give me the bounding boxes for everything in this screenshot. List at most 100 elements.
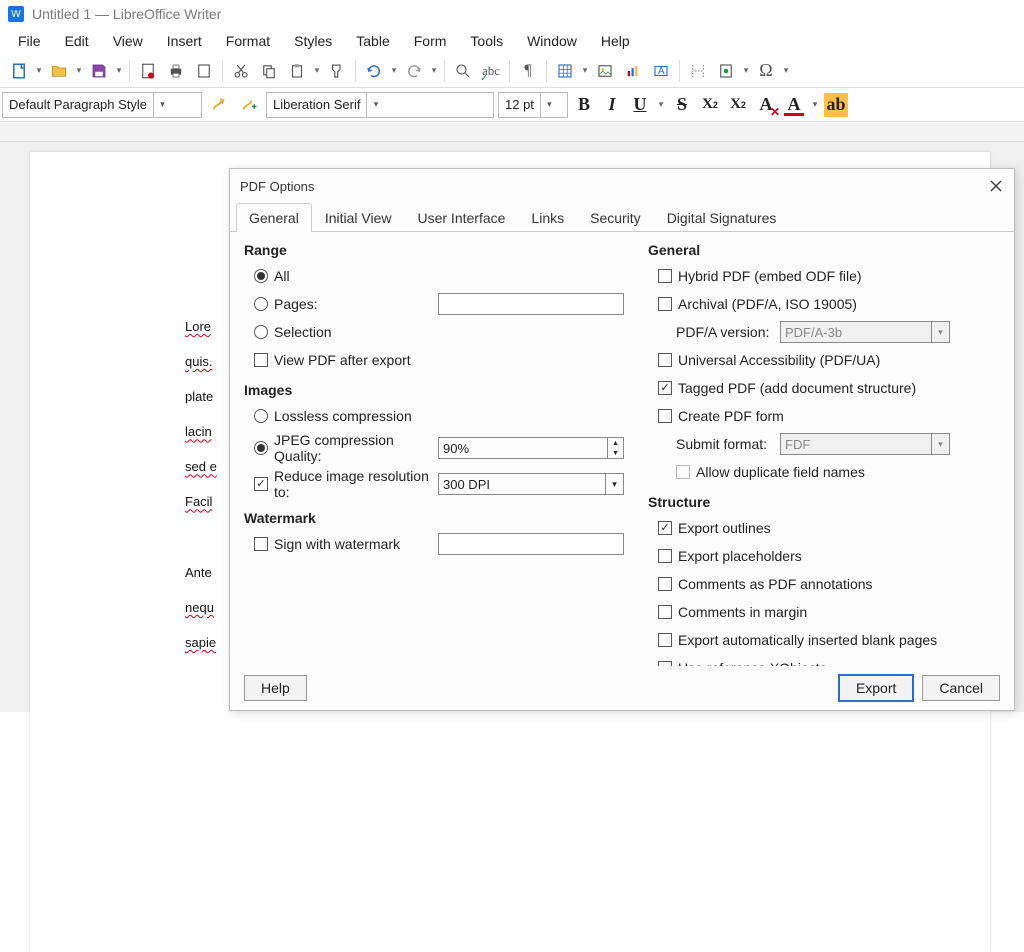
subscript-button[interactable]: X2 <box>726 93 750 117</box>
watermark-checkbox[interactable] <box>254 537 268 551</box>
svg-text:A: A <box>658 66 665 77</box>
chevron-down-icon[interactable]: ▾ <box>366 93 384 117</box>
close-icon[interactable] <box>988 178 1004 194</box>
export-button[interactable]: Export <box>838 674 914 702</box>
chevron-down-icon[interactable]: ▾ <box>605 474 623 494</box>
range-pages-radio[interactable] <box>254 297 268 311</box>
jpeg-quality-spinner[interactable]: 90% ▲▼ <box>438 437 624 459</box>
comments-annotations-checkbox[interactable] <box>658 577 672 591</box>
spinner-up[interactable]: ▲ <box>608 438 623 448</box>
page-break-icon[interactable] <box>685 58 711 84</box>
table-dropdown[interactable]: ▾ <box>580 65 590 76</box>
tab-links[interactable]: Links <box>518 203 577 232</box>
table-icon[interactable] <box>552 58 578 84</box>
spellcheck-icon[interactable]: abc✓ <box>478 58 504 84</box>
export-outlines-checkbox[interactable] <box>658 521 672 535</box>
create-form-checkbox[interactable] <box>658 409 672 423</box>
menu-file[interactable]: File <box>6 29 53 53</box>
menu-table[interactable]: Table <box>344 29 401 53</box>
undo-dropdown[interactable]: ▾ <box>389 65 399 76</box>
chart-icon[interactable] <box>620 58 646 84</box>
field-icon[interactable] <box>713 58 739 84</box>
field-dropdown[interactable]: ▾ <box>741 65 751 76</box>
jpeg-radio[interactable] <box>254 441 268 455</box>
update-style-icon[interactable] <box>206 92 232 118</box>
font-color-button[interactable]: A <box>782 93 806 117</box>
chevron-down-icon[interactable]: ▾ <box>540 93 558 117</box>
menu-styles[interactable]: Styles <box>282 29 344 53</box>
new-style-icon[interactable] <box>236 92 262 118</box>
tab-security[interactable]: Security <box>577 203 654 232</box>
menu-insert[interactable]: Insert <box>155 29 214 53</box>
lossless-radio[interactable] <box>254 409 268 423</box>
nonprinting-icon[interactable]: ¶ <box>515 58 541 84</box>
tagged-pdf-checkbox[interactable] <box>658 381 672 395</box>
tab-digital-signatures[interactable]: Digital Signatures <box>654 203 790 232</box>
underline-dropdown[interactable]: ▾ <box>656 99 666 110</box>
allow-duplicate-checkbox <box>676 465 690 479</box>
strikethrough-button[interactable]: S <box>670 93 694 117</box>
resolution-select[interactable]: 300 DPI ▾ <box>438 473 624 495</box>
print-preview-icon[interactable] <box>191 58 217 84</box>
hybrid-pdf-checkbox[interactable] <box>658 269 672 283</box>
clear-format-button[interactable]: A✕ <box>754 93 778 117</box>
new-icon[interactable] <box>6 58 32 84</box>
menu-edit[interactable]: Edit <box>53 29 101 53</box>
clone-format-icon[interactable] <box>324 58 350 84</box>
redo-icon[interactable] <box>401 58 427 84</box>
auto-blank-pages-checkbox[interactable] <box>658 633 672 647</box>
font-name-combo[interactable]: Liberation Serif ▾ <box>266 92 494 118</box>
menu-format[interactable]: Format <box>214 29 282 53</box>
range-selection-radio[interactable] <box>254 325 268 339</box>
copy-icon[interactable] <box>256 58 282 84</box>
menu-help[interactable]: Help <box>589 29 642 53</box>
paste-icon[interactable] <box>284 58 310 84</box>
print-icon[interactable] <box>163 58 189 84</box>
range-all-radio[interactable] <box>254 269 268 283</box>
range-pages-input[interactable] <box>438 293 624 315</box>
font-size-combo[interactable]: 12 pt ▾ <box>498 92 568 118</box>
textbox-icon[interactable]: A <box>648 58 674 84</box>
special-char-icon[interactable]: Ω <box>753 58 779 84</box>
paragraph-style-combo[interactable]: Default Paragraph Style ▾ <box>2 92 202 118</box>
export-placeholders-checkbox[interactable] <box>658 549 672 563</box>
menu-tools[interactable]: Tools <box>458 29 515 53</box>
cancel-button[interactable]: Cancel <box>922 675 1000 701</box>
universal-accessibility-checkbox[interactable] <box>658 353 672 367</box>
chevron-down-icon[interactable]: ▾ <box>153 93 171 117</box>
save-icon[interactable] <box>86 58 112 84</box>
superscript-button[interactable]: X2 <box>698 93 722 117</box>
bold-button[interactable]: B <box>572 93 596 117</box>
special-char-dropdown[interactable]: ▾ <box>781 65 791 76</box>
italic-button[interactable]: I <box>600 93 624 117</box>
image-icon[interactable] <box>592 58 618 84</box>
cut-icon[interactable] <box>228 58 254 84</box>
find-replace-icon[interactable] <box>450 58 476 84</box>
comments-margin-checkbox[interactable] <box>658 605 672 619</box>
reduce-resolution-checkbox[interactable] <box>254 477 268 491</box>
font-color-dropdown[interactable]: ▾ <box>810 99 820 110</box>
menu-form[interactable]: Form <box>402 29 459 53</box>
tab-initial-view[interactable]: Initial View <box>312 203 405 232</box>
dialog-title: PDF Options <box>240 179 314 194</box>
menu-view[interactable]: View <box>101 29 155 53</box>
save-dropdown[interactable]: ▾ <box>114 65 124 76</box>
export-pdf-icon[interactable] <box>135 58 161 84</box>
menu-window[interactable]: Window <box>515 29 589 53</box>
open-icon[interactable] <box>46 58 72 84</box>
tab-general[interactable]: General <box>236 203 312 232</box>
new-dropdown[interactable]: ▾ <box>34 65 44 76</box>
watermark-input[interactable] <box>438 533 624 555</box>
view-after-export-checkbox[interactable] <box>254 353 268 367</box>
document-text: Lore quis. plate lacin sed e Facil Ante … <box>185 305 217 656</box>
tab-user-interface[interactable]: User Interface <box>404 203 518 232</box>
redo-dropdown[interactable]: ▾ <box>429 65 439 76</box>
paste-dropdown[interactable]: ▾ <box>312 65 322 76</box>
open-dropdown[interactable]: ▾ <box>74 65 84 76</box>
highlight-button[interactable]: ab <box>824 93 848 117</box>
archival-checkbox[interactable] <box>658 297 672 311</box>
spinner-down[interactable]: ▼ <box>608 448 623 458</box>
help-button[interactable]: Help <box>244 675 307 701</box>
undo-icon[interactable] <box>361 58 387 84</box>
underline-button[interactable]: U <box>628 93 652 117</box>
